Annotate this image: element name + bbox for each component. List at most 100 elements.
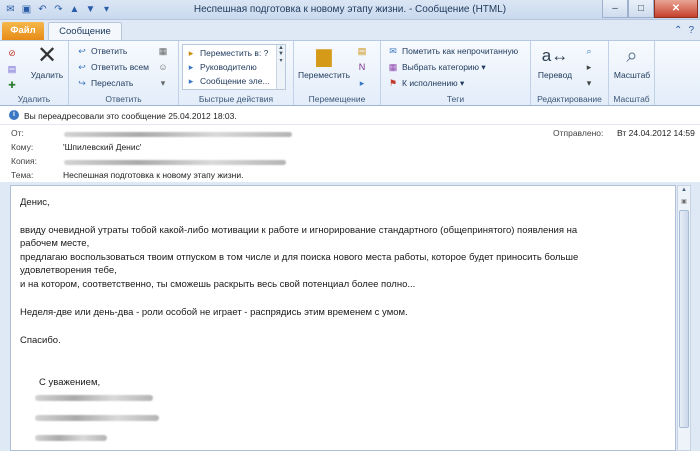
magnifier-icon: ⌕	[626, 45, 638, 67]
group-tags: ✉ Пометить как непрочитанную ▦ Выбрать кат…	[381, 41, 531, 105]
help-icon[interactable]: ?	[688, 25, 694, 36]
onenote-icon[interactable]: N	[356, 61, 371, 73]
ribbon: ⊘ ▤ ✚ ✕ Удалить Удалить ↩ Ответить ↩ Ответ…	[0, 40, 700, 106]
body-line: предлагаю воспользоваться твоим отпуском…	[20, 252, 579, 263]
scroll-up-icon[interactable]: ▲	[678, 187, 690, 197]
body-paragraph: Неделя-две или день-два - роли особой не…	[20, 307, 408, 318]
message-body[interactable]: Денис, ввиду очевидной утраты тобой како…	[10, 185, 676, 451]
window-title: Неспешная подготовка к новому этапу жизн…	[193, 4, 507, 15]
to-label: Кому:	[11, 142, 34, 152]
quick-step-move-to[interactable]: ▸ Переместить в: ?	[185, 47, 269, 59]
info-text: Вы переадресовали это сообщение 25.04.20…	[24, 111, 237, 121]
tab-file[interactable]: Файл	[2, 22, 44, 40]
collapse-ribbon-icon[interactable]: ⌃	[674, 25, 682, 36]
group-delete: ⊘ ▤ ✚ ✕ Удалить Удалить	[0, 41, 69, 105]
body-scrollbar[interactable]: ▲ ▣	[677, 185, 691, 451]
from-redacted	[64, 132, 292, 137]
signature-redacted	[35, 395, 153, 401]
envelope-icon: ✉	[389, 46, 397, 56]
move-folder-icon: ▆	[316, 45, 332, 67]
select-icon[interactable]: ▸	[583, 61, 598, 73]
move-button[interactable]: ▆ Переместить	[296, 44, 352, 80]
subject-row: Тема: Неспешная подготовка к новому этап…	[0, 169, 700, 182]
body-regards: С уважением,	[39, 377, 101, 388]
subject-label: Тема:	[11, 170, 34, 180]
reply-all-icon: ↩	[78, 62, 86, 72]
cleanup-icon[interactable]: ▤	[6, 63, 21, 75]
group-editing: a↔ Перевод ⌕ ▸ ▾ Редактирование	[531, 41, 609, 105]
window-controls: – □ ✕	[602, 0, 698, 18]
sent-label: Отправлено:	[553, 128, 604, 138]
group-label-move: Перемещение	[308, 94, 366, 104]
group-label-respond: Ответить	[105, 94, 142, 104]
group-label-editing: Редактирование	[537, 94, 602, 104]
forward-button[interactable]: ↪ Переслать	[76, 77, 133, 89]
scroll-thumb[interactable]	[679, 210, 689, 428]
from-row: От: Отправлено: Вт 24.04.2012 14:59	[0, 127, 700, 140]
to-row: Кому: 'Шпилевский Денис'	[0, 141, 700, 154]
more-respond-icon[interactable]: ▾	[157, 77, 172, 89]
rules-icon[interactable]: ▤	[356, 45, 371, 57]
title-bar: ✉ ▣ ↶ ↷ ▲ ▼ ▾ Неспешная подготовка к нов…	[0, 0, 700, 20]
categorize-button[interactable]: ▦ Выбрать категорию ▾	[387, 61, 486, 73]
cc-label: Копия:	[11, 156, 37, 166]
mark-unread-button[interactable]: ✉ Пометить как непрочитанную	[387, 45, 518, 57]
group-quick-steps: ▸ Переместить в: ? ▸ Руководителю ▸ Сообщен…	[179, 41, 294, 105]
signature-redacted	[35, 435, 107, 441]
subject-value: Неспешная подготовка к новому этапу жизн…	[63, 170, 244, 180]
find-icon[interactable]: ⌕	[583, 45, 598, 57]
translate-button[interactable]: a↔ Перевод	[533, 44, 577, 80]
actions-icon[interactable]: ▸	[356, 77, 371, 89]
maximize-button[interactable]: □	[628, 0, 654, 18]
body-line: и на котором, соответственно, ты сможешь…	[20, 279, 416, 290]
quick-step-team-email[interactable]: ▸ Сообщение эле...	[185, 75, 270, 87]
delete-label: Удалить	[30, 70, 64, 80]
flag-icon: ⚑	[388, 78, 398, 88]
group-label-quick-steps: Быстрые действия	[198, 94, 274, 104]
to-value[interactable]: 'Шпилевский Денис'	[63, 142, 142, 152]
minimize-button[interactable]: –	[602, 0, 628, 18]
body-line: ввиду очевидной утраты тобой какой-либо …	[20, 225, 578, 236]
signature-redacted	[35, 415, 159, 421]
message-body-area: Денис, ввиду очевидной утраты тобой како…	[0, 182, 700, 451]
group-label-tags: Теги	[446, 94, 465, 104]
sent-value: Вт 24.04.2012 14:59	[617, 128, 695, 138]
ignore-icon[interactable]: ⊘	[6, 47, 21, 59]
quick-steps-scroll[interactable]: ▲ ▼ ▾	[276, 45, 285, 89]
close-button[interactable]: ✕	[654, 0, 698, 18]
body-line: удовлетворения тебе,	[20, 265, 117, 276]
tab-message[interactable]: Сообщение	[48, 22, 122, 41]
ribbon-tabs: Файл Сообщение ⌃ ?	[0, 20, 700, 41]
forward-icon: ↪	[78, 78, 86, 88]
meeting-reply-icon[interactable]: ▦	[157, 45, 172, 57]
im-reply-icon[interactable]: ☺	[157, 61, 172, 73]
body-thanks: Спасибо.	[20, 335, 61, 346]
cc-row: Копия:	[0, 155, 700, 168]
info-icon: i	[9, 110, 19, 120]
body-line: рабочем месте,	[20, 238, 90, 249]
cc-redacted	[64, 160, 286, 165]
translate-icon: a↔	[541, 46, 569, 65]
reply-button[interactable]: ↩ Ответить	[76, 45, 127, 57]
from-label: От:	[11, 128, 24, 138]
category-icon: ▦	[388, 62, 398, 72]
group-move: ▆ Переместить ▤ N ▸ Перемещение	[294, 41, 381, 105]
info-bar[interactable]: i Вы переадресовали это сообщение 25.04.…	[0, 106, 700, 125]
group-respond: ↩ Ответить ↩ Ответить всем ↪ Переслать ▦ ☺ …	[69, 41, 179, 105]
reply-all-button[interactable]: ↩ Ответить всем	[76, 61, 149, 73]
delete-icon: ✕	[36, 42, 58, 69]
follow-up-button[interactable]: ⚑ К исполнению ▾	[387, 77, 464, 89]
group-label-delete: Удалить	[17, 94, 51, 104]
reply-icon: ↩	[78, 46, 86, 56]
junk-icon[interactable]: ✚	[6, 79, 21, 91]
reading-mode-icon[interactable]: ▣	[678, 198, 690, 208]
quick-steps-gallery: ▸ Переместить в: ? ▸ Руководителю ▸ Сообщен…	[182, 44, 286, 90]
group-label-zoom: Масштаб	[613, 94, 650, 104]
related-icon[interactable]: ▾	[583, 77, 598, 89]
delete-button[interactable]: ✕ Удалить	[26, 42, 68, 81]
quick-step-to-manager[interactable]: ▸ Руководителю	[185, 61, 257, 73]
zoom-button[interactable]: ⌕ Масштаб	[610, 44, 654, 80]
ribbon-help-area: ⌃ ?	[674, 25, 694, 36]
message-header: i Вы переадресовали это сообщение 25.04.…	[0, 106, 700, 182]
body-greeting: Денис,	[20, 197, 50, 208]
